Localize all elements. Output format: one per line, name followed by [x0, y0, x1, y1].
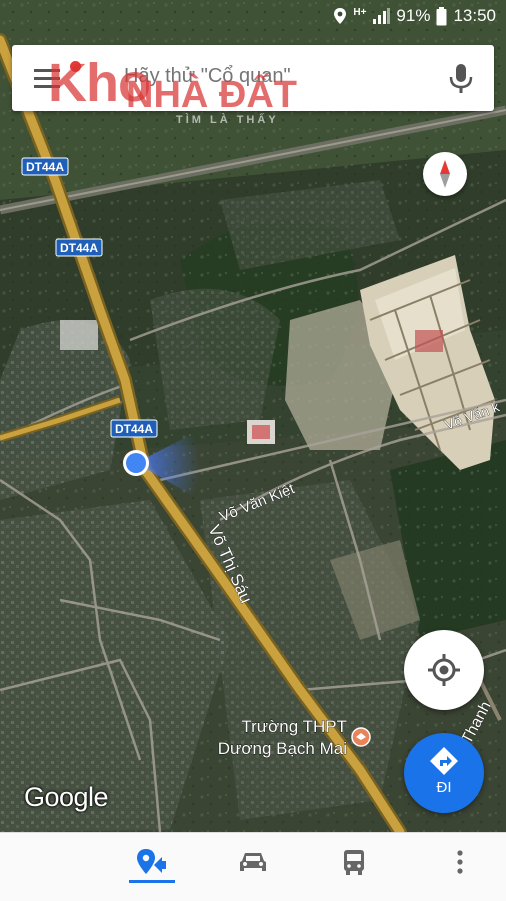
crosshair-icon: [428, 654, 460, 686]
road-badge-dt44a-1: DT44A: [21, 157, 69, 176]
compass-button[interactable]: [423, 152, 467, 196]
hamburger-menu-icon[interactable]: [34, 67, 60, 89]
google-attribution: Google: [24, 782, 109, 812]
svg-text:DT44A: DT44A: [26, 160, 64, 174]
bottom-nav: [0, 832, 506, 901]
directions-icon: [430, 747, 458, 775]
signal-icon: [373, 8, 391, 24]
status-bar: H+ 91% 13:50: [0, 0, 506, 34]
transit-tab[interactable]: [334, 847, 374, 877]
road-badge-dt44a-3: DT44A: [110, 419, 158, 438]
battery-percent: 91%: [396, 6, 431, 25]
search-input[interactable]: Hãy thử "Cổ quan": [124, 65, 291, 88]
more-menu[interactable]: [440, 847, 480, 877]
go-label: ĐI: [436, 779, 452, 796]
clock: 13:50: [453, 6, 496, 25]
my-location-button[interactable]: [404, 630, 484, 710]
network-type-label: H+: [353, 6, 367, 18]
svg-text:DT44A: DT44A: [60, 241, 98, 255]
microphone-icon[interactable]: [448, 63, 474, 95]
driving-tab[interactable]: [233, 847, 273, 877]
directions-go-button[interactable]: ĐI: [404, 733, 484, 813]
explore-tab[interactable]: [132, 847, 172, 877]
svg-text:Dương Bạch Mai: Dương Bạch Mai: [218, 739, 347, 758]
current-location-dot: [126, 453, 146, 473]
road-badge-dt44a-2: DT44A: [55, 238, 103, 257]
search-bar[interactable]: Hãy thử "Cổ quan": [12, 45, 494, 111]
more-vertical-icon: [457, 850, 463, 874]
svg-text:DT44A: DT44A: [115, 422, 153, 436]
svg-text:Trường THPT: Trường THPT: [241, 717, 347, 736]
battery-icon: [436, 6, 447, 25]
car-icon: [240, 853, 266, 871]
compass-icon: [440, 160, 450, 188]
active-tab-indicator: [129, 880, 175, 883]
notification-dot: [70, 61, 81, 72]
location-pin-icon: [334, 8, 347, 24]
bus-icon: [344, 850, 364, 875]
explore-pin-icon: [137, 849, 166, 874]
